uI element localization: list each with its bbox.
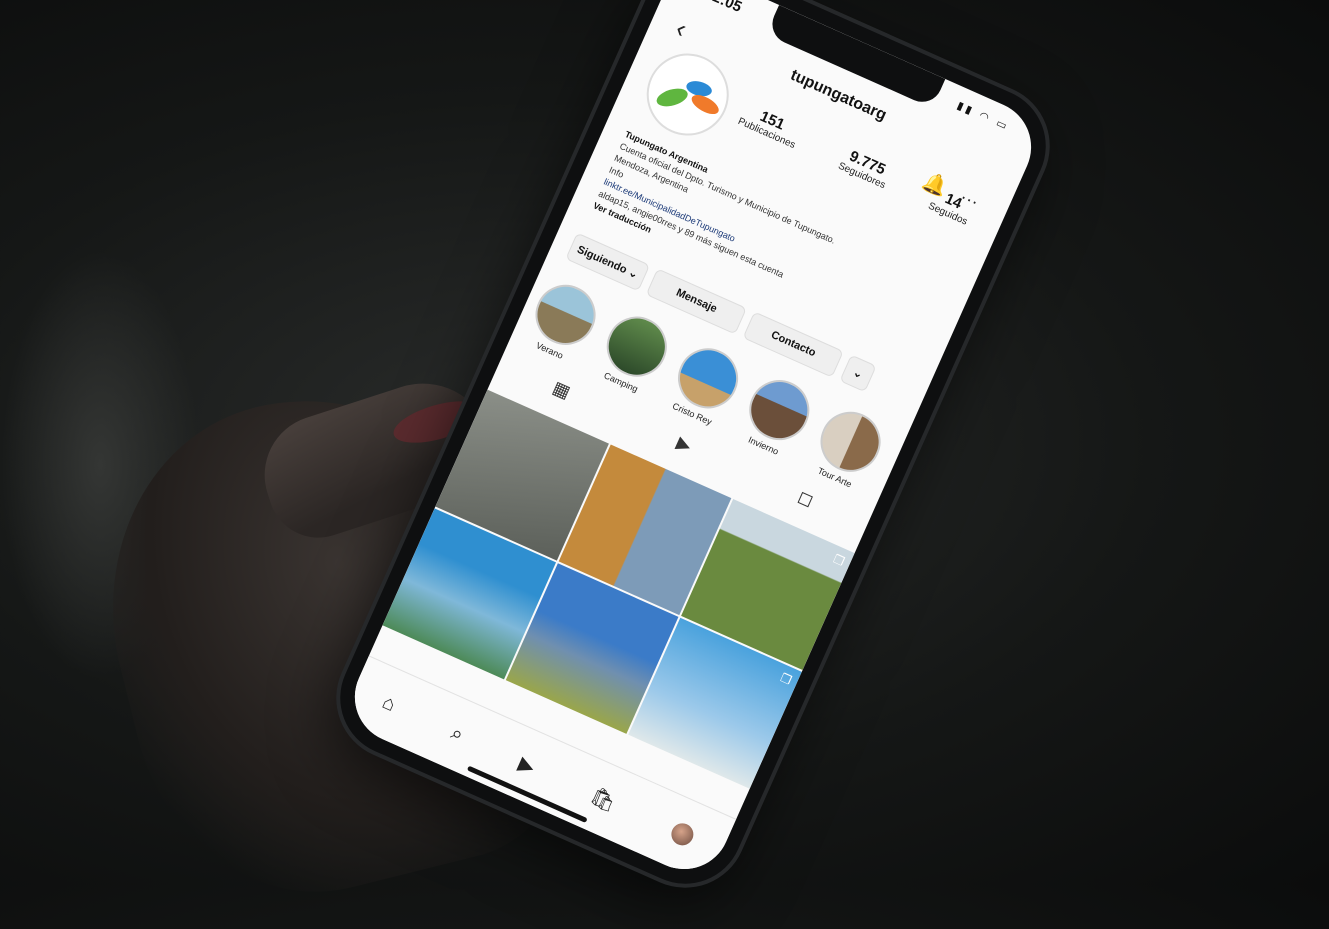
- notch: [766, 4, 946, 109]
- reels-icon[interactable]: ▶: [673, 432, 695, 457]
- highlight-camping[interactable]: Camping: [591, 307, 678, 400]
- status-time: 22:05: [702, 0, 745, 16]
- search-icon[interactable]: ⌕: [447, 721, 467, 747]
- carousel-icon: ❐: [831, 551, 847, 569]
- stat-followers[interactable]: 9.775 Seguidores: [836, 145, 894, 192]
- highlight-tour-arte[interactable]: Tour Arte: [804, 402, 891, 495]
- shop-icon[interactable]: 🛍: [587, 783, 620, 816]
- carousel-icon: ❐: [778, 670, 794, 688]
- highlight-cristo-rey[interactable]: Cristo Rey: [662, 338, 749, 431]
- home-icon[interactable]: ⌂: [379, 691, 399, 717]
- suggestions-dropdown-button[interactable]: ⌄: [839, 354, 877, 393]
- highlight-verano[interactable]: Verano: [519, 275, 606, 368]
- tagged-icon[interactable]: ◻: [794, 486, 817, 511]
- avatar[interactable]: [633, 40, 742, 149]
- reels-nav-icon[interactable]: ▶: [515, 751, 539, 780]
- highlight-invierno[interactable]: Invierno: [733, 370, 820, 463]
- logo-green-leaf: [654, 85, 690, 110]
- stat-posts[interactable]: 151 Publicaciones: [736, 100, 804, 151]
- following-button[interactable]: Siguiendo ⌄: [565, 232, 651, 292]
- status-icons: ▮▮ ◠ ▭: [955, 99, 1012, 134]
- profile-avatar-icon[interactable]: [668, 819, 698, 849]
- grid-icon[interactable]: ▦: [549, 377, 574, 403]
